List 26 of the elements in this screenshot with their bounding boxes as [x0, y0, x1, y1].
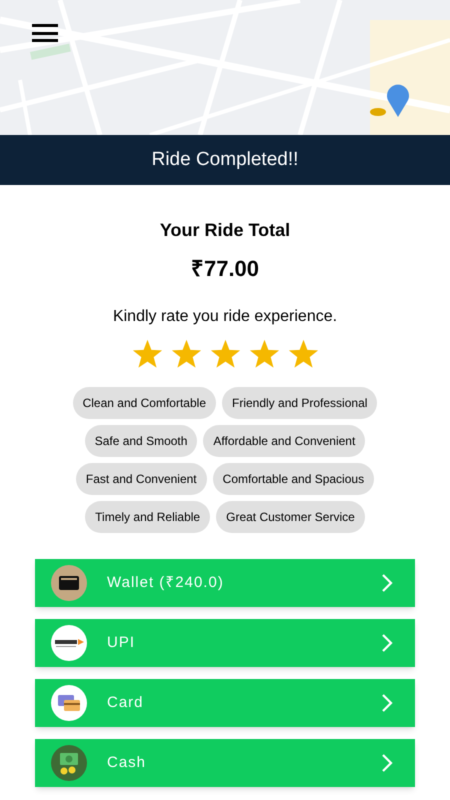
- rating-prompt: Kindly rate you ride experience.: [112, 307, 338, 327]
- feedback-tag[interactable]: Clean and Comfortable: [72, 387, 216, 419]
- feedback-tag[interactable]: Timely and Reliable: [85, 501, 210, 533]
- star-icon[interactable]: [132, 339, 162, 369]
- feedback-tag[interactable]: Great Customer Service: [216, 501, 365, 533]
- feedback-tag[interactable]: Safe and Smooth: [84, 425, 198, 457]
- star-icon[interactable]: [248, 339, 280, 369]
- cash-icon: [51, 745, 87, 781]
- total-label: Your Ride Total: [160, 219, 290, 242]
- chevron-right-icon: [381, 573, 393, 593]
- header-title: Ride Completed!!: [152, 148, 298, 172]
- star-icon[interactable]: [288, 339, 318, 369]
- menu-icon[interactable]: [32, 24, 58, 42]
- feedback-tag[interactable]: Comfortable and Spacious: [212, 463, 374, 495]
- feedback-tag[interactable]: Fast and Convenient: [76, 463, 207, 495]
- chevron-right-icon: [381, 633, 393, 653]
- feedback-tag[interactable]: Affordable and Convenient: [203, 425, 366, 457]
- star-icon[interactable]: [210, 339, 240, 369]
- chevron-right-icon: [381, 693, 393, 713]
- wallet-icon: [51, 565, 87, 601]
- cards-icon: [51, 685, 87, 721]
- chevron-right-icon: [381, 753, 393, 773]
- star-icon[interactable]: [170, 339, 202, 369]
- total-amount: ₹77.00: [190, 255, 260, 283]
- feedback-tag[interactable]: Friendly and Professional: [222, 387, 378, 419]
- payment-logo-icon: [51, 625, 87, 661]
